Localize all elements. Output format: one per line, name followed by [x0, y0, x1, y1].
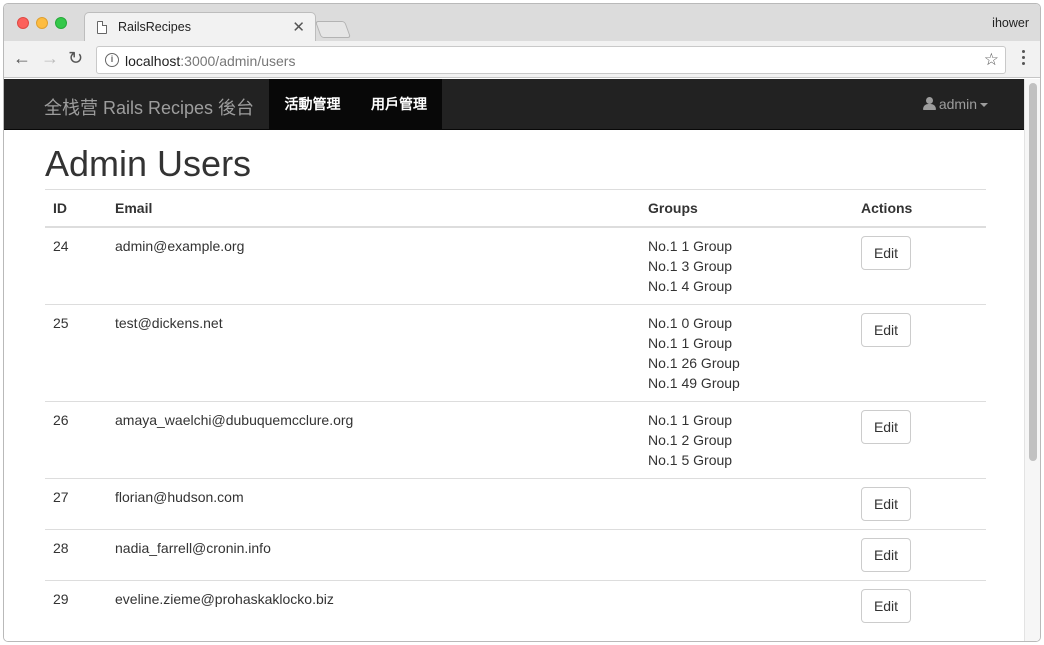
back-arrow-icon[interactable]: ←	[13, 49, 31, 67]
user-dropdown[interactable]: admin	[922, 96, 988, 112]
group-name: No.1 2 Group	[648, 431, 733, 448]
edit-user-button[interactable]: Edit	[861, 486, 911, 521]
group-name: No.1 0 Group	[648, 314, 733, 331]
user-groups-cell	[640, 477, 853, 529]
url-path: :3000/admin/users	[180, 53, 296, 69]
table-row: 29 eveline.zieme@prohaskaklocko.biz Edit	[45, 579, 986, 631]
browser-window: RailsRecipes ✕ ihower ← → ↻ i localhost:…	[3, 3, 1041, 642]
table-row: 25 test@dickens.net No.1 0 Group No.1 1 Gro…	[45, 303, 986, 401]
user-actions-cell: Edit	[853, 477, 986, 529]
group-name: No.1 49 Group	[648, 374, 740, 391]
user-id-cell: 29	[45, 579, 107, 631]
more-menu-icon[interactable]	[1022, 50, 1026, 68]
user-groups-cell	[640, 528, 853, 580]
user-email-cell: nadia_farrell@cronin.info	[107, 528, 640, 580]
url-host: localhost	[125, 53, 181, 69]
url-text[interactable]: localhost:3000/admin/users	[125, 53, 295, 69]
tab-strip: RailsRecipes ✕ ihower	[4, 4, 1040, 42]
browser-tab[interactable]: RailsRecipes ✕	[84, 12, 316, 42]
edit-user-button[interactable]: Edit	[861, 312, 911, 347]
user-groups-cell: No.1 0 Group No.1 1 Group No.1 26 Group No.…	[640, 303, 853, 401]
nav-link-events[interactable]: 活動管理	[269, 79, 356, 130]
user-email-cell: eveline.zieme@prohaskaklocko.biz	[107, 579, 640, 631]
user-groups-cell	[640, 579, 853, 631]
user-email-cell: amaya_waelchi@dubuquemcclure.org	[107, 400, 640, 478]
header-email: Email	[107, 189, 640, 228]
info-icon[interactable]: i	[105, 53, 119, 67]
caret-down-icon	[980, 103, 988, 108]
table-row: 27 florian@hudson.com Edit	[45, 477, 986, 529]
group-name: No.1 3 Group	[648, 257, 733, 274]
page-title: Admin Users	[45, 143, 252, 184]
address-bar[interactable]: i localhost:3000/admin/users ☆	[96, 46, 1006, 74]
minimize-window-button[interactable]	[36, 17, 48, 29]
edit-user-button[interactable]: Edit	[861, 537, 911, 572]
reload-icon[interactable]: ↻	[68, 49, 83, 67]
user-actions-cell: Edit	[853, 579, 986, 631]
user-icon	[922, 97, 936, 110]
user-id-cell: 24	[45, 226, 107, 304]
group-name: No.1 26 Group	[648, 354, 740, 371]
user-actions-cell: Edit	[853, 528, 986, 580]
zoom-window-button[interactable]	[55, 17, 67, 29]
bookmark-star-icon[interactable]: ☆	[984, 50, 999, 70]
group-name: No.1 1 Group	[648, 334, 733, 351]
user-actions-cell: Edit	[853, 226, 986, 304]
user-id-cell: 25	[45, 303, 107, 401]
table-header-row: ID Email Groups Actions	[45, 189, 986, 228]
header-actions: Actions	[853, 189, 986, 228]
tab-title: RailsRecipes	[118, 20, 191, 34]
web-page: 全栈营 Rails Recipes 後台 活動管理 用戶管理 admin Adm…	[4, 79, 1026, 641]
user-groups-cell: No.1 1 Group No.1 2 Group No.1 5 Group	[640, 400, 853, 478]
table-row: 26 amaya_waelchi@dubuquemcclure.org No.1 1…	[45, 400, 986, 478]
group-name: No.1 1 Group	[648, 411, 733, 428]
table-row: 28 nadia_farrell@cronin.info Edit	[45, 528, 986, 580]
user-actions-cell: Edit	[853, 400, 986, 478]
group-name: No.1 4 Group	[648, 277, 733, 294]
header-groups: Groups	[640, 189, 853, 228]
group-name: No.1 1 Group	[648, 237, 733, 254]
user-id-cell: 26	[45, 400, 107, 478]
forward-arrow-icon[interactable]: →	[41, 49, 59, 67]
user-email-cell: florian@hudson.com	[107, 477, 640, 529]
user-email-cell: admin@example.org	[107, 226, 640, 304]
user-id-cell: 27	[45, 477, 107, 529]
user-dropdown-label: admin	[938, 96, 977, 112]
browser-toolbar: ← → ↻ i localhost:3000/admin/users ☆	[4, 41, 1040, 78]
table-row: 24 admin@example.org No.1 1 Group No.1 3 Gr…	[45, 226, 986, 304]
user-email-cell: test@dickens.net	[107, 303, 640, 401]
scrollbar-thumb[interactable]	[1029, 83, 1037, 461]
edit-user-button[interactable]: Edit	[861, 588, 911, 623]
navbar-brand[interactable]: 全栈营 Rails Recipes 後台	[44, 94, 254, 120]
user-id-cell: 28	[45, 528, 107, 580]
new-tab-button[interactable]	[314, 21, 352, 38]
users-table: ID Email Groups Actions 24 admin@example.…	[45, 189, 986, 631]
vertical-scrollbar[interactable]	[1024, 79, 1040, 641]
top-navbar: 全栈营 Rails Recipes 後台 活動管理 用戶管理 admin	[4, 79, 1026, 130]
profile-name[interactable]: ihower	[992, 16, 1029, 30]
nav-link-users[interactable]: 用戶管理	[356, 79, 442, 130]
page-icon	[97, 21, 107, 34]
edit-user-button[interactable]: Edit	[861, 409, 911, 444]
user-groups-cell: No.1 1 Group No.1 3 Group No.1 4 Group	[640, 226, 853, 304]
header-id: ID	[45, 189, 107, 228]
edit-user-button[interactable]: Edit	[861, 235, 911, 270]
group-name: No.1 5 Group	[648, 451, 733, 468]
user-actions-cell: Edit	[853, 303, 986, 401]
close-window-button[interactable]	[17, 17, 29, 29]
close-tab-icon[interactable]: ✕	[292, 18, 305, 36]
